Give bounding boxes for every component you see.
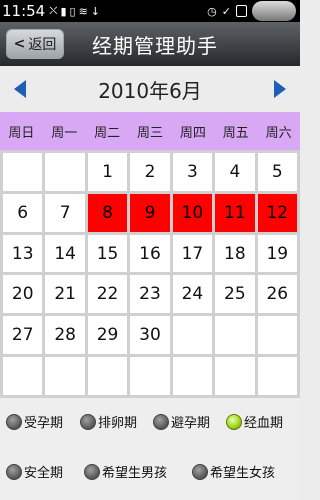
notification-orb <box>252 1 296 21</box>
back-button-label: 返回 <box>28 37 57 53</box>
legend-label: 排卵期 <box>98 416 138 431</box>
calendar-day-cell[interactable]: 18 <box>215 234 255 273</box>
legend-item-hope-girl[interactable]: 希望生女孩 <box>192 462 275 481</box>
title-bar: < 返回 经期管理助手 <box>0 22 300 66</box>
legend: 受孕期 排卵期 避孕期 经血期 安全期 希望生男孩 希望生女孩 <box>0 398 300 500</box>
legend-item-hope-boy[interactable]: 希望生男孩 <box>84 462 167 481</box>
calendar-day-cell[interactable]: 11 <box>215 193 255 232</box>
arrow-left-icon <box>14 80 26 98</box>
android-debug-icon: ▮ <box>60 4 67 18</box>
status-time: 11:54 <box>2 2 46 20</box>
status-right-icons: ◷ ✓ <box>207 1 296 21</box>
status-icons: ⛌ ▮ ▯ ≋ ↓ <box>49 4 100 18</box>
back-button[interactable]: < 返回 <box>6 29 64 59</box>
calendar-day-cell[interactable]: 4 <box>215 153 255 191</box>
wifi-icon: ≋ <box>78 4 88 18</box>
app-root: 11:54 ⛌ ▮ ▯ ≋ ↓ ◷ ✓ < 返回 经期管理助手 2010年6月 <box>0 0 300 500</box>
calendar-day-cell[interactable]: 30 <box>130 316 170 355</box>
calendar-day-cell[interactable]: 26 <box>257 275 297 314</box>
legend-item-conception[interactable]: 受孕期 <box>6 412 63 431</box>
calendar-day-cell[interactable]: 27 <box>3 316 43 355</box>
calendar-day-cell[interactable]: 22 <box>87 275 128 314</box>
back-arrow-icon: < <box>13 36 26 52</box>
weekday-wed: 周三 <box>137 125 164 141</box>
calendar-empty-cell <box>257 316 297 355</box>
download-icon: ↓ <box>90 4 100 18</box>
legend-item-contraception[interactable]: 避孕期 <box>153 412 210 431</box>
legend-label: 安全期 <box>24 466 64 481</box>
calendar-day-cell[interactable]: 29 <box>87 316 128 355</box>
calendar-day-cell[interactable]: 3 <box>172 153 213 191</box>
calendar-empty-cell <box>3 153 43 191</box>
calendar-day-cell[interactable]: 17 <box>172 234 213 273</box>
weekday-fri: 周五 <box>222 125 249 141</box>
legend-label: 经血期 <box>244 416 284 431</box>
calendar-day-cell[interactable]: 6 <box>3 193 43 232</box>
legend-label: 受孕期 <box>24 416 64 431</box>
status-bar: 11:54 ⛌ ▮ ▯ ≋ ↓ ◷ ✓ <box>0 0 300 22</box>
calendar-empty-cell <box>3 357 43 395</box>
calendar-day-cell[interactable]: 23 <box>130 275 170 314</box>
calendar-day-cell[interactable]: 1 <box>87 153 128 191</box>
check-icon: ✓ <box>221 4 231 18</box>
radio-icon <box>192 463 208 480</box>
calendar-day-cell[interactable]: 19 <box>257 234 297 273</box>
calendar-empty-cell <box>45 357 85 395</box>
legend-label: 希望生女孩 <box>210 466 276 481</box>
radio-icon <box>6 463 22 480</box>
next-month-button[interactable] <box>260 69 300 109</box>
calendar-day-cell[interactable]: 2 <box>130 153 170 191</box>
legend-item-ovulation[interactable]: 排卵期 <box>80 412 137 431</box>
calendar-empty-cell <box>215 316 255 355</box>
calendar-day-cell[interactable]: 16 <box>130 234 170 273</box>
legend-item-menstruation[interactable]: 经血期 <box>226 412 283 431</box>
calendar-day-cell[interactable]: 20 <box>3 275 43 314</box>
calendar-day-cell[interactable]: 8 <box>87 193 128 232</box>
calendar-day-cell[interactable]: 9 <box>130 193 170 232</box>
calendar-day-cell[interactable]: 13 <box>3 234 43 273</box>
calendar-empty-cell <box>172 316 213 355</box>
weekday-header: 周日 周一 周二 周三 周四 周五 周六 <box>0 112 300 150</box>
calendar-day-cell[interactable]: 10 <box>172 193 213 232</box>
calendar-day-cell[interactable]: 15 <box>87 234 128 273</box>
current-month-label: 2010年6月 <box>98 78 202 103</box>
radio-icon <box>80 413 96 430</box>
battery-icon <box>236 5 247 17</box>
weekday-sat: 周六 <box>265 125 292 141</box>
arrow-right-icon <box>274 80 286 98</box>
radio-icon <box>84 463 100 480</box>
weekday-sun: 周日 <box>8 125 35 141</box>
radio-icon <box>6 413 22 430</box>
radio-icon <box>153 413 169 430</box>
prev-month-button[interactable] <box>0 69 40 109</box>
usb-icon: ⛌ <box>49 4 58 17</box>
calendar-day-cell[interactable]: 21 <box>45 275 85 314</box>
sd-card-icon: ▯ <box>69 4 76 18</box>
calendar-empty-cell <box>45 153 85 191</box>
month-navigation: 2010年6月 <box>0 66 300 112</box>
alarm-icon: ◷ <box>207 4 217 18</box>
calendar-empty-cell <box>87 357 128 395</box>
radio-selected-icon <box>226 413 242 430</box>
calendar-day-cell[interactable]: 24 <box>172 275 213 314</box>
page-title: 经期管理助手 <box>92 33 218 58</box>
weekday-mon: 周一 <box>51 125 78 141</box>
calendar-empty-cell <box>215 357 255 395</box>
calendar-empty-cell <box>130 357 170 395</box>
calendar-day-cell[interactable]: 28 <box>45 316 85 355</box>
calendar-day-cell[interactable]: 12 <box>257 193 297 232</box>
calendar-day-cell[interactable]: 25 <box>215 275 255 314</box>
calendar-day-cell[interactable]: 14 <box>45 234 85 273</box>
calendar-day-cell[interactable]: 7 <box>45 193 85 232</box>
calendar-day-cell[interactable]: 5 <box>257 153 297 191</box>
legend-label: 避孕期 <box>171 416 211 431</box>
weekday-thu: 周四 <box>179 125 206 141</box>
calendar-empty-cell <box>257 357 297 395</box>
weekday-tue: 周二 <box>94 125 121 141</box>
legend-item-safe[interactable]: 安全期 <box>6 462 63 481</box>
calendar-empty-cell <box>172 357 213 395</box>
calendar-grid: 1 2 3 4 5 6 7 8 9 10 11 12 13 14 15 16 17 18 19 20 21 22 23 24 2… <box>0 150 300 398</box>
legend-label: 希望生男孩 <box>102 466 168 481</box>
